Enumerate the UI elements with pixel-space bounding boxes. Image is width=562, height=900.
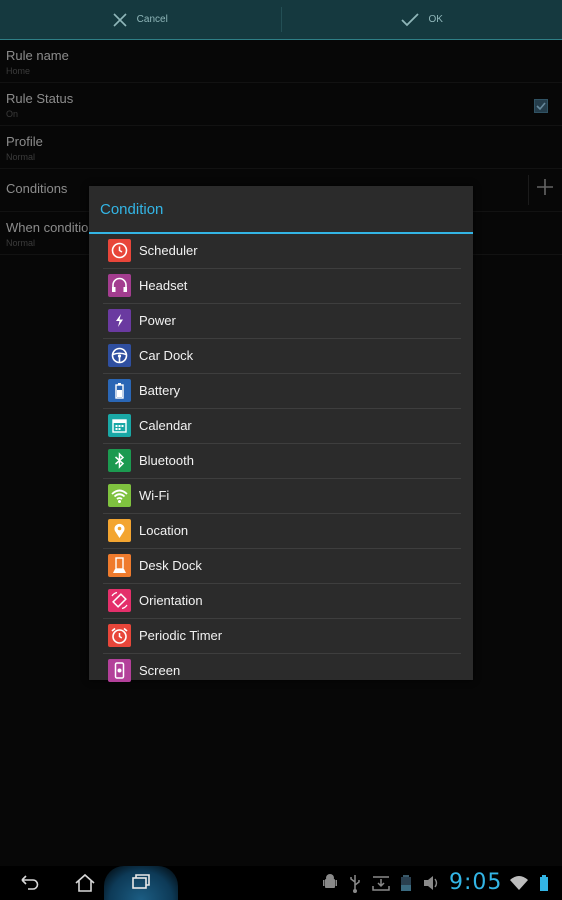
- cancel-label: Cancel: [136, 14, 168, 25]
- condition-item-bluetooth[interactable]: Bluetooth: [103, 444, 461, 479]
- condition-dialog: Condition Scheduler Headset Power Car Do…: [89, 186, 473, 682]
- recent-apps-icon[interactable]: [128, 866, 152, 900]
- condition-label: Location: [139, 523, 189, 538]
- condition-label: Scheduler: [139, 243, 198, 258]
- condition-label: Wi-Fi: [139, 488, 170, 503]
- phone-screen-icon: [108, 659, 131, 682]
- condition-item-power[interactable]: Power: [103, 304, 461, 339]
- battery-status-icon: [401, 875, 411, 891]
- clock-icon: [108, 239, 131, 262]
- desk-dock-icon: [108, 554, 131, 577]
- check-icon: [400, 12, 419, 26]
- location-pin-icon: [108, 519, 131, 542]
- condition-label: Screen: [139, 663, 181, 678]
- condition-label: Calendar: [139, 418, 192, 433]
- condition-label: Desk Dock: [139, 558, 202, 573]
- close-icon: [113, 12, 127, 27]
- status-clock: 9:05: [449, 870, 503, 895]
- download-tray-icon: [372, 876, 390, 891]
- ok-button[interactable]: OK: [282, 0, 562, 39]
- condition-label: Power: [139, 313, 176, 328]
- condition-item-screen[interactable]: Screen: [103, 654, 461, 688]
- wifi-icon: [108, 484, 131, 507]
- battery-icon: [108, 379, 131, 402]
- condition-label: Battery: [139, 383, 181, 398]
- condition-item-periodic-timer[interactable]: Periodic Timer: [103, 619, 461, 654]
- condition-item-headset[interactable]: Headset: [103, 269, 461, 304]
- condition-list: Scheduler Headset Power Car Dock Battery: [103, 234, 461, 688]
- calendar-icon: [108, 414, 131, 437]
- orientation-icon: [108, 589, 131, 612]
- condition-item-wifi[interactable]: Wi-Fi: [103, 479, 461, 514]
- condition-label: Bluetooth: [139, 453, 194, 468]
- alarm-clock-icon: [108, 624, 131, 647]
- power-plug-icon: [108, 309, 131, 332]
- battery-level-icon: [540, 875, 548, 891]
- condition-item-battery[interactable]: Battery: [103, 374, 461, 409]
- condition-item-location[interactable]: Location: [103, 514, 461, 549]
- volume-icon: [424, 876, 438, 890]
- condition-label: Headset: [139, 278, 188, 293]
- wifi-signal-icon: [510, 876, 528, 890]
- cancel-button[interactable]: Cancel: [0, 0, 281, 39]
- condition-item-desk-dock[interactable]: Desk Dock: [103, 549, 461, 584]
- system-bar: 9:05: [0, 866, 562, 900]
- steering-wheel-icon: [108, 344, 131, 367]
- usb-icon: [350, 875, 360, 893]
- condition-label: Orientation: [139, 593, 203, 608]
- dialog-title: Condition: [100, 201, 164, 218]
- dialog-header: Condition: [89, 186, 473, 234]
- home-icon[interactable]: [73, 866, 97, 900]
- android-debug-icon: [323, 874, 337, 888]
- condition-item-calendar[interactable]: Calendar: [103, 409, 461, 444]
- bluetooth-icon: [108, 449, 131, 472]
- condition-item-scheduler[interactable]: Scheduler: [103, 234, 461, 269]
- headset-icon: [108, 274, 131, 297]
- back-icon[interactable]: [16, 866, 40, 900]
- condition-item-orientation[interactable]: Orientation: [103, 584, 461, 619]
- condition-label: Car Dock: [139, 348, 194, 363]
- ok-label: OK: [428, 14, 443, 25]
- condition-label: Periodic Timer: [139, 628, 223, 643]
- condition-item-car-dock[interactable]: Car Dock: [103, 339, 461, 374]
- action-bar: Cancel OK: [0, 0, 562, 40]
